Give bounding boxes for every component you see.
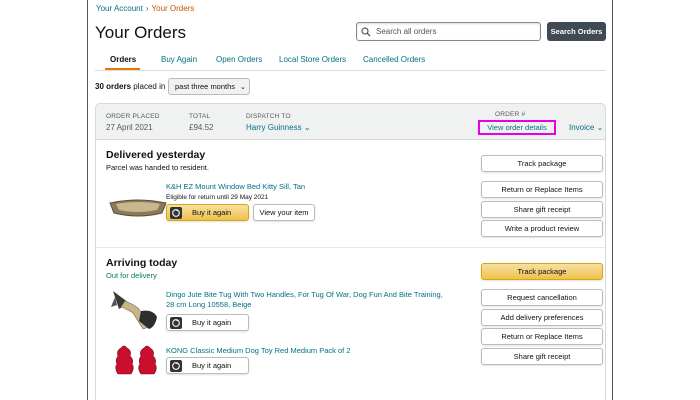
recipient-name: Harry Guinness — [246, 123, 302, 132]
product-image-kong-toy[interactable] — [112, 342, 162, 376]
chevron-down-icon: ⌄ — [240, 83, 246, 91]
active-tab-indicator — [105, 68, 140, 70]
product-title-link[interactable]: Dingo Jute Bite Tug With Two Handles, Fo… — [166, 290, 443, 299]
order-number-label: ORDER # — [495, 111, 526, 118]
track-package-button[interactable]: Track package — [481, 155, 603, 172]
chevron-down-icon: ⌄ — [596, 123, 604, 132]
order-card: ORDER PLACED 27 April 2021 TOTAL £94.52 … — [95, 103, 606, 400]
orders-count-value: 30 orders — [95, 82, 132, 91]
write-review-button[interactable]: Write a product review — [481, 220, 603, 237]
search-input[interactable]: Search all orders — [356, 22, 541, 41]
tab-buy-again[interactable]: Buy Again — [161, 55, 197, 64]
total-label: TOTAL — [189, 113, 211, 120]
buy-it-again-label: Buy it again — [192, 318, 232, 327]
tab-local-store-orders[interactable]: Local Store Orders — [279, 55, 346, 64]
buy-it-again-label: Buy it again — [192, 361, 232, 370]
view-your-item-button[interactable]: View your item — [253, 204, 315, 221]
buy-again-icon — [170, 316, 182, 329]
buy-again-icon — [170, 206, 182, 219]
product-image-tug-toy[interactable] — [109, 287, 159, 331]
return-replace-button[interactable]: Return or Replace Items — [481, 328, 603, 345]
product-title-link[interactable]: K&H EZ Mount Window Bed Kitty Sill, Tan — [166, 182, 305, 191]
order-header: ORDER PLACED 27 April 2021 TOTAL £94.52 … — [96, 104, 605, 140]
shipment-status: Arriving today — [106, 257, 178, 269]
dispatch-to-label: DISPATCH TO — [246, 113, 291, 120]
buy-it-again-button[interactable]: Buy it again — [166, 357, 249, 374]
search-orders-button[interactable]: Search Orders — [547, 22, 606, 41]
share-gift-receipt-button[interactable]: Share gift receipt — [481, 201, 603, 218]
breadcrumb: Your Account › Your Orders — [96, 4, 194, 13]
search-icon — [361, 26, 371, 36]
order-placed-value: 27 April 2021 — [106, 123, 153, 132]
share-gift-receipt-button[interactable]: Share gift receipt — [481, 348, 603, 365]
invoice-label: Invoice — [569, 123, 595, 132]
search-placeholder: Search all orders — [376, 27, 437, 36]
period-value: past three months — [175, 82, 236, 91]
shipment-status: Delivered yesterday — [106, 149, 206, 161]
invoice-dropdown[interactable]: Invoice ⌄ — [569, 123, 603, 132]
track-package-button[interactable]: Track package — [481, 263, 603, 280]
tab-open-orders[interactable]: Open Orders — [216, 55, 262, 64]
breadcrumb-separator: › — [145, 4, 149, 13]
add-delivery-preferences-button[interactable]: Add delivery preferences — [481, 309, 603, 326]
product-title-link[interactable]: KONG Classic Medium Dog Toy Red Medium P… — [166, 346, 351, 355]
product-title-link-continued[interactable]: 28 cm Long 10558, Beige — [166, 300, 251, 309]
orders-count-label: placed in — [133, 82, 166, 91]
orders-count: 30 orders placed in — [95, 82, 165, 91]
return-replace-button[interactable]: Return or Replace Items — [481, 181, 603, 198]
page-title: Your Orders — [95, 23, 187, 42]
shipment-divider — [96, 247, 605, 248]
buy-it-again-button[interactable]: Buy it again — [166, 204, 249, 221]
total-value: £94.52 — [189, 123, 214, 132]
shipment-note: Parcel was handed to resident. — [106, 163, 209, 172]
orders-page: Your Account › Your Orders Your Orders Sea… — [87, 0, 613, 400]
return-eligibility: Eligible for return until 29 May 2021 — [166, 194, 269, 201]
breadcrumb-your-orders[interactable]: Your Orders — [152, 4, 195, 13]
tab-cancelled-orders[interactable]: Cancelled Orders — [363, 55, 425, 64]
chevron-down-icon: ⌄ — [303, 123, 311, 132]
dispatch-to-recipient[interactable]: Harry Guinness ⌄ — [246, 123, 311, 132]
request-cancellation-button[interactable]: Request cancellation — [481, 289, 603, 306]
shipment-note: Out for delivery — [106, 271, 157, 280]
buy-it-again-button[interactable]: Buy it again — [166, 314, 249, 331]
orders-tabs: Orders Buy Again Open Orders Local Store… — [95, 54, 606, 71]
buy-again-icon — [170, 359, 182, 372]
buy-it-again-label: Buy it again — [192, 208, 232, 217]
product-image-kitty-sill[interactable] — [108, 195, 168, 221]
period-dropdown[interactable]: past three months ⌄ — [168, 78, 250, 95]
view-order-details-link[interactable]: View order details — [478, 120, 556, 135]
tab-orders[interactable]: Orders — [110, 55, 136, 64]
breadcrumb-your-account[interactable]: Your Account — [96, 4, 143, 13]
order-placed-label: ORDER PLACED — [106, 113, 160, 120]
